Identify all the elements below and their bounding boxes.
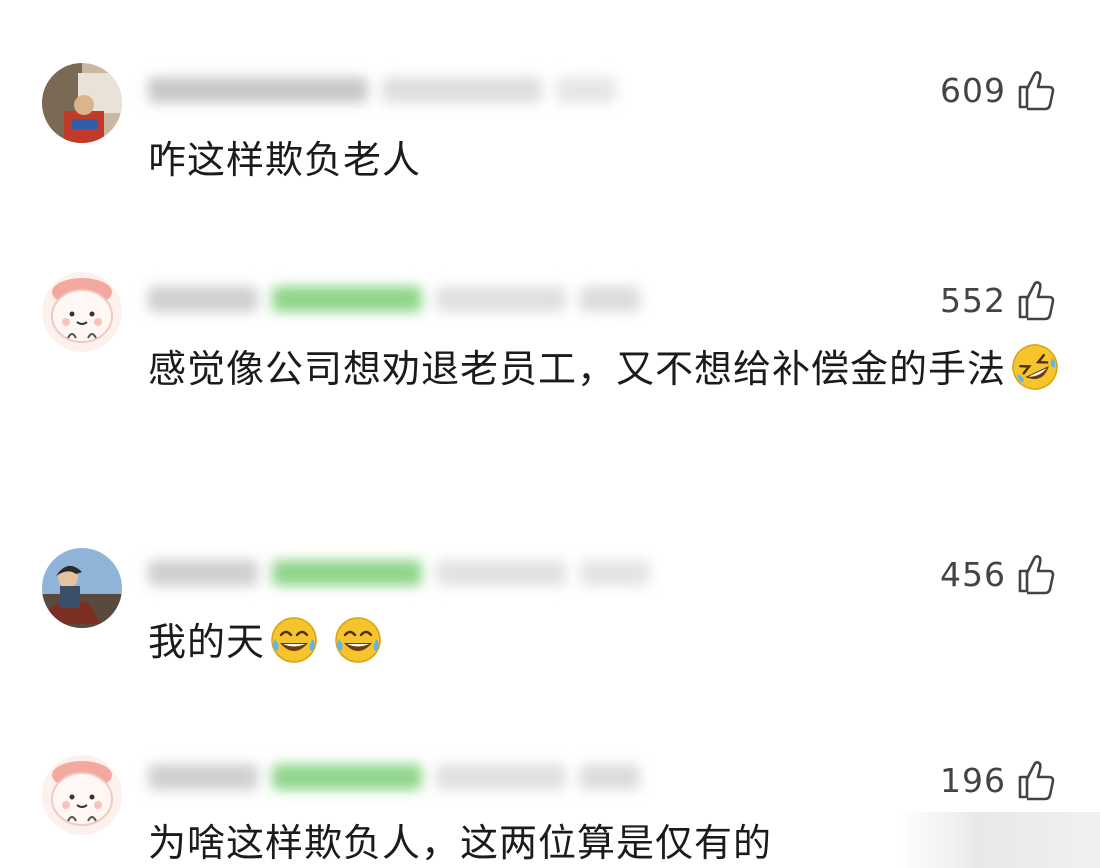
comment-text: 感觉像公司想劝退老员工，又不想给补偿金的手法 [148,340,1068,398]
username-blurred[interactable] [148,558,650,588]
avatar[interactable] [42,755,122,835]
comment-text: 我的天 [148,613,1068,671]
like-count[interactable]: 609 [940,66,1056,114]
tears-of-joy-emoji [269,615,319,665]
like-count[interactable]: 456 [940,550,1056,598]
thumbs-up-icon[interactable] [1016,279,1056,321]
username-blurred[interactable] [148,75,616,105]
like-count-value: 609 [940,70,1006,110]
avatar[interactable] [42,548,122,628]
like-count[interactable]: 196 [940,756,1056,804]
avatar[interactable] [42,272,122,352]
like-count-value: 196 [940,760,1006,800]
comment-text: 咋这样欺负老人 [148,138,422,182]
watermark-overlay [900,812,1100,868]
thumbs-up-icon[interactable] [1016,759,1056,801]
username-blurred[interactable] [148,762,640,792]
like-count-value: 552 [940,280,1006,320]
like-count-value: 456 [940,554,1006,594]
thumbs-up-icon[interactable] [1016,553,1056,595]
tears-of-joy-emoji [333,615,383,665]
username-blurred[interactable] [148,284,640,314]
avatar[interactable] [42,63,122,143]
rolling-laugh-emoji [1010,342,1060,392]
like-count[interactable]: 552 [940,276,1056,324]
thumbs-up-icon[interactable] [1016,69,1056,111]
